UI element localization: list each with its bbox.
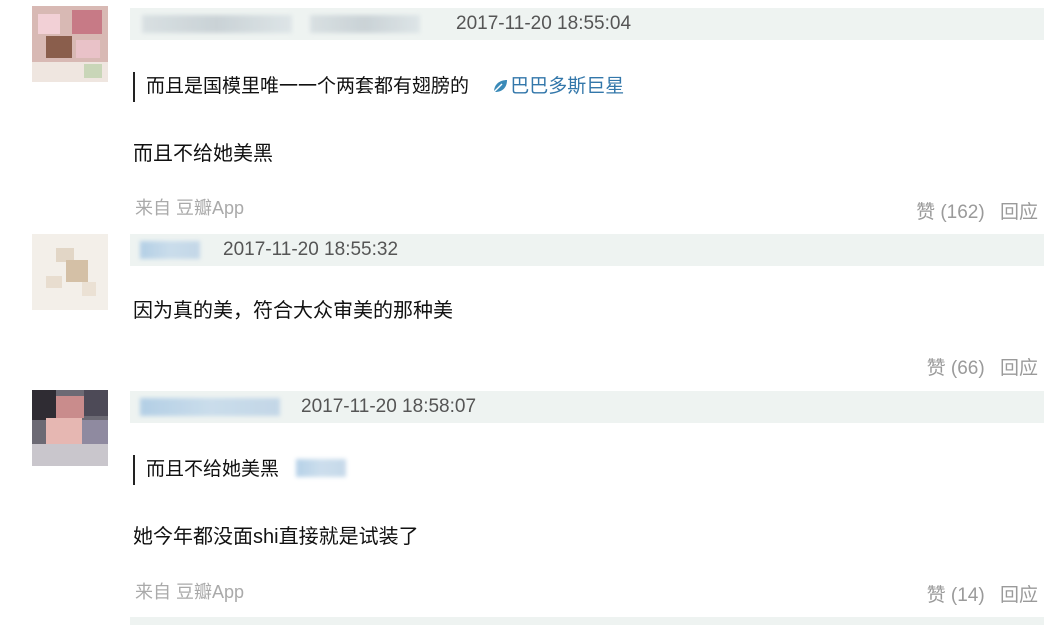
comment-timestamp: 2017-11-20 18:55:32: [223, 239, 399, 260]
quote-text: 而且不给她美黑: [146, 459, 280, 480]
comment-actions: 赞 (14) 回应: [917, 580, 1038, 607]
comment-timestamp: 2017-11-20 18:58:07: [301, 396, 477, 417]
username-blurred[interactable]: [140, 398, 280, 416]
quoted-reply: 而且不给她美黑: [133, 455, 347, 485]
comment-header: 2017-11-20 18:55:32: [130, 234, 1044, 266]
comment-text: 她今年都没面shi直接就是试装了: [133, 526, 419, 548]
reply-button[interactable]: 回应: [1000, 585, 1038, 606]
username-blurred[interactable]: [140, 241, 200, 259]
like-button[interactable]: 赞 (66): [927, 358, 985, 379]
comment-timestamp: 2017-11-20 18:55:04: [456, 13, 632, 34]
quote-author-link[interactable]: 巴巴多斯巨星: [492, 76, 624, 97]
comment-text: 因为真的美，符合大众审美的那种美: [133, 300, 453, 322]
comment-actions: 赞 (162) 回应: [906, 197, 1038, 224]
leaf-icon: [492, 80, 508, 94]
comment-header: 2017-11-20 18:55:04: [130, 8, 1044, 40]
quote-author-name: 巴巴多斯巨星: [510, 76, 625, 97]
quoted-reply: 而且是国模里唯一一个两套都有翅膀的 巴巴多斯巨星: [133, 72, 624, 102]
comment-text: 而且不给她美黑: [133, 143, 273, 165]
avatar[interactable]: [32, 390, 108, 466]
comment-header: 2017-11-20 18:58:07: [130, 391, 1044, 423]
comment-source: 来自 豆瓣App: [135, 198, 245, 218]
username-blurred: [310, 15, 420, 33]
reply-button[interactable]: 回应: [1000, 202, 1038, 223]
comment-source: 来自 豆瓣App: [135, 582, 245, 602]
comment-actions: 赞 (66) 回应: [917, 353, 1038, 380]
like-button[interactable]: 赞 (14): [927, 585, 985, 606]
username-blurred[interactable]: [142, 15, 292, 33]
reply-button[interactable]: 回应: [1000, 358, 1038, 379]
like-button[interactable]: 赞 (162): [916, 202, 985, 223]
quote-author-blurred[interactable]: [296, 459, 347, 477]
avatar[interactable]: [32, 234, 108, 310]
comment-header-partial: [130, 617, 1044, 625]
avatar[interactable]: [32, 6, 108, 82]
quote-text: 而且是国模里唯一一个两套都有翅膀的: [146, 76, 470, 97]
